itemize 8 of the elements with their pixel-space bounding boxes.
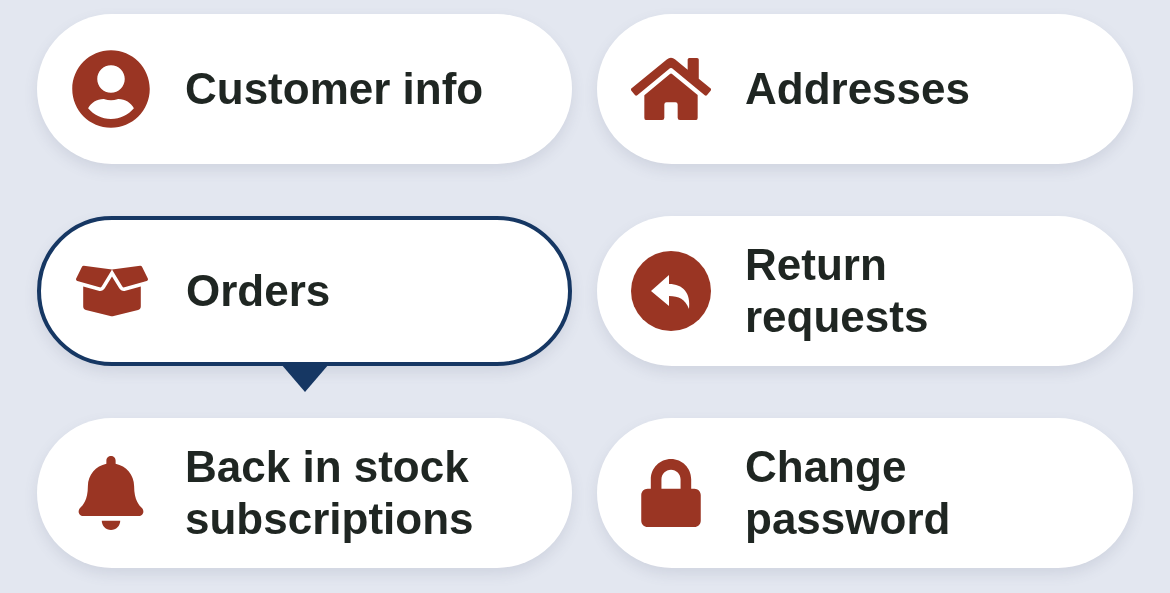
menu-button[interactable]: Back in stock subscriptions bbox=[37, 418, 572, 568]
menu-button[interactable]: Return requests bbox=[597, 216, 1133, 366]
pointer-icon bbox=[280, 364, 329, 392]
menu-button[interactable]: Change password bbox=[597, 418, 1133, 568]
menu-button[interactable]: Customer info bbox=[37, 14, 572, 164]
menu-button[interactable]: Addresses bbox=[597, 14, 1133, 164]
reply-icon bbox=[631, 251, 711, 331]
user-icon bbox=[71, 49, 151, 129]
